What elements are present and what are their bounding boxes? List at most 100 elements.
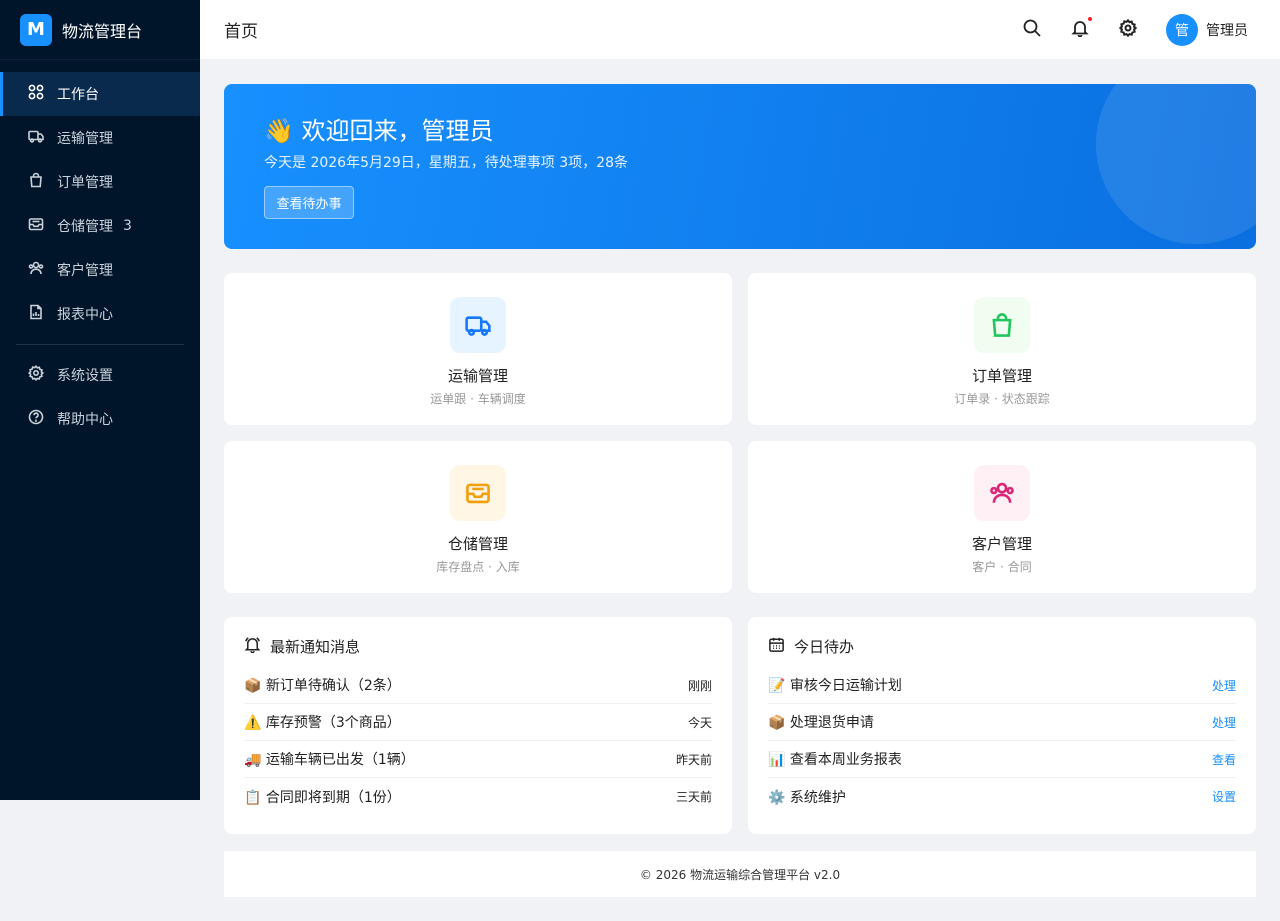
calendar-icon (768, 636, 785, 657)
search-icon (1023, 19, 1041, 41)
bell-icon (244, 636, 261, 657)
item-text: 📊 查看本周业务报表 (768, 752, 902, 768)
dashboard-icon (28, 84, 44, 104)
card-subtitle: 运单跟 · 车辆调度 (430, 392, 526, 406)
bag-icon (28, 172, 44, 192)
sidebar-item-transport[interactable]: 运输管理 (0, 116, 200, 160)
item-time: 昨天前 (675, 752, 712, 767)
notifications-panel: 最新通知消息 📦 新订单待确认（2条） 刚刚 ⚠️ 库存预警（3个商品） 今天 … (224, 617, 732, 834)
banner-subtitle: 今天是 2026年5月29日，星期五，待处理事项 3项，28条 (264, 155, 628, 171)
list-item: ⚙️ 系统维护 设置 (768, 778, 1236, 815)
panel-title: 今日待办 (794, 637, 855, 656)
users-icon (974, 465, 1030, 521)
card-subtitle: 客户 · 合同 (972, 560, 1032, 574)
card-warehouse[interactable]: 仓储管理 库存盘点 · 入库 (224, 441, 732, 593)
header-actions: 管 管理员 (1008, 0, 1248, 60)
sidebar-item-label: 系统设置 (57, 368, 113, 384)
list-item[interactable]: ⚠️ 库存预警（3个商品） 今天 (244, 704, 712, 741)
sidebar: M 物流管理台 工作台 运输管理 订单管理 仓储管理 3 客户管理 报表中心 系… (0, 0, 200, 800)
notification-dot (1088, 17, 1092, 21)
item-text: 🚚 运输车辆已出发（1辆） (244, 752, 415, 768)
bell-icon (1071, 19, 1089, 41)
page-title: 首页 (224, 22, 258, 42)
avatar: 管 (1166, 14, 1198, 46)
card-transport[interactable]: 运输管理 运单跟 · 车辆调度 (224, 273, 732, 425)
users-icon (28, 260, 44, 280)
panel-header: 最新通知消息 (244, 635, 712, 657)
help-icon (28, 409, 44, 429)
list-item[interactable]: 📋 合同即将到期（1份） 三天前 (244, 778, 712, 815)
notifications-button[interactable] (1056, 0, 1104, 60)
search-button[interactable] (1008, 0, 1056, 60)
sidebar-item-dashboard[interactable]: 工作台 (0, 72, 200, 116)
item-time: 今天 (687, 715, 712, 730)
item-text: 📋 合同即将到期（1份） (244, 789, 401, 806)
sidebar-item-settings[interactable]: 系统设置 (0, 353, 200, 397)
user-name: 管理员 (1206, 23, 1248, 39)
item-text: 📦 新订单待确认（2条） (244, 678, 401, 694)
card-customers[interactable]: 客户管理 客户 · 合同 (748, 441, 1256, 593)
task-action-link[interactable]: 处理 (1212, 677, 1236, 694)
card-subtitle: 订单录 · 状态跟踪 (954, 392, 1050, 406)
task-action-link[interactable]: 处理 (1212, 714, 1236, 731)
card-title: 运输管理 (447, 367, 508, 385)
item-time: 刚刚 (687, 678, 712, 693)
brand[interactable]: M 物流管理台 (0, 0, 200, 60)
task-action-link[interactable]: 查看 (1212, 751, 1236, 768)
task-list: 📝 审核今日运输计划 处理 📦 处理退货申请 处理 📊 查看本周业务报表 查看 … (768, 667, 1236, 815)
card-subtitle: 库存盘点 · 入库 (436, 560, 520, 574)
sidebar-item-label: 报表中心 (57, 307, 113, 323)
list-item: 📊 查看本周业务报表 查看 (768, 741, 1236, 778)
sidebar-item-label: 客户管理 (57, 263, 113, 279)
footer: © 2026 物流运输综合管理平台 v2.0 (224, 851, 1256, 897)
inbox-icon (450, 465, 506, 521)
item-time: 三天前 (675, 790, 712, 804)
sidebar-item-customers[interactable]: 客户管理 (0, 248, 200, 292)
list-item[interactable]: 🚚 运输车辆已出发（1辆） 昨天前 (244, 741, 712, 778)
list-item: 📦 处理退货申请 处理 (768, 704, 1236, 741)
report-icon (28, 304, 44, 324)
brand-name: 物流管理台 (62, 21, 143, 41)
sidebar-menu: 工作台 运输管理 订单管理 仓储管理 3 客户管理 报表中心 系统设置 帮助中心 (0, 60, 200, 441)
view-todo-button[interactable]: 查看待办事 (264, 186, 354, 219)
card-title: 仓储管理 (447, 535, 508, 553)
card-title: 客户管理 (971, 535, 1032, 553)
panel-title: 最新通知消息 (270, 637, 361, 656)
item-text: ⚠️ 库存预警（3个商品） (244, 715, 401, 731)
tasks-panel: 今日待办 📝 审核今日运输计划 处理 📦 处理退货申请 处理 📊 查看本周业务报… (748, 617, 1256, 834)
sidebar-item-label: 订单管理 (57, 175, 113, 191)
item-text: ⚙️ 系统维护 (768, 789, 846, 806)
inbox-icon (28, 216, 44, 236)
warehouse-count-badge: 3 (123, 218, 132, 234)
sidebar-item-label: 仓储管理 (57, 219, 113, 235)
sidebar-item-orders[interactable]: 订单管理 (0, 160, 200, 204)
sidebar-item-warehouse[interactable]: 仓储管理 3 (0, 204, 200, 248)
card-orders[interactable]: 订单管理 订单录 · 状态跟踪 (748, 273, 1256, 425)
task-action-link[interactable]: 设置 (1212, 788, 1236, 805)
sidebar-item-label: 帮助中心 (57, 412, 113, 428)
banner-title: 👋 欢迎回来，管理员 (264, 117, 494, 145)
gear-icon (28, 364, 45, 385)
top-header: 首页 管 管理员 (200, 0, 1280, 60)
truck-icon (450, 297, 506, 353)
card-title: 订单管理 (971, 367, 1032, 385)
banner-decoration (1096, 84, 1256, 244)
sidebar-item-label: 工作台 (57, 87, 99, 103)
sidebar-item-help[interactable]: 帮助中心 (0, 397, 200, 441)
item-text: 📝 审核今日运输计划 (768, 678, 902, 694)
truck-icon (28, 128, 44, 148)
gear-icon (1118, 18, 1138, 41)
sidebar-item-reports[interactable]: 报表中心 (0, 292, 200, 336)
user-menu[interactable]: 管 管理员 (1166, 14, 1248, 46)
item-text: 📦 处理退货申请 (768, 715, 874, 731)
list-item: 📝 审核今日运输计划 处理 (768, 667, 1236, 704)
copyright-text: © 2026 物流运输综合管理平台 v2.0 (639, 867, 841, 882)
bag-icon (974, 297, 1030, 353)
panel-header: 今日待办 (768, 635, 1236, 657)
menu-divider (16, 344, 184, 345)
settings-button[interactable] (1104, 0, 1152, 60)
notification-list: 📦 新订单待确认（2条） 刚刚 ⚠️ 库存预警（3个商品） 今天 🚚 运输车辆已… (244, 667, 712, 815)
sidebar-item-label: 运输管理 (57, 131, 113, 147)
welcome-banner: 👋 欢迎回来，管理员 今天是 2026年5月29日，星期五，待处理事项 3项，2… (224, 84, 1256, 249)
list-item[interactable]: 📦 新订单待确认（2条） 刚刚 (244, 667, 712, 704)
